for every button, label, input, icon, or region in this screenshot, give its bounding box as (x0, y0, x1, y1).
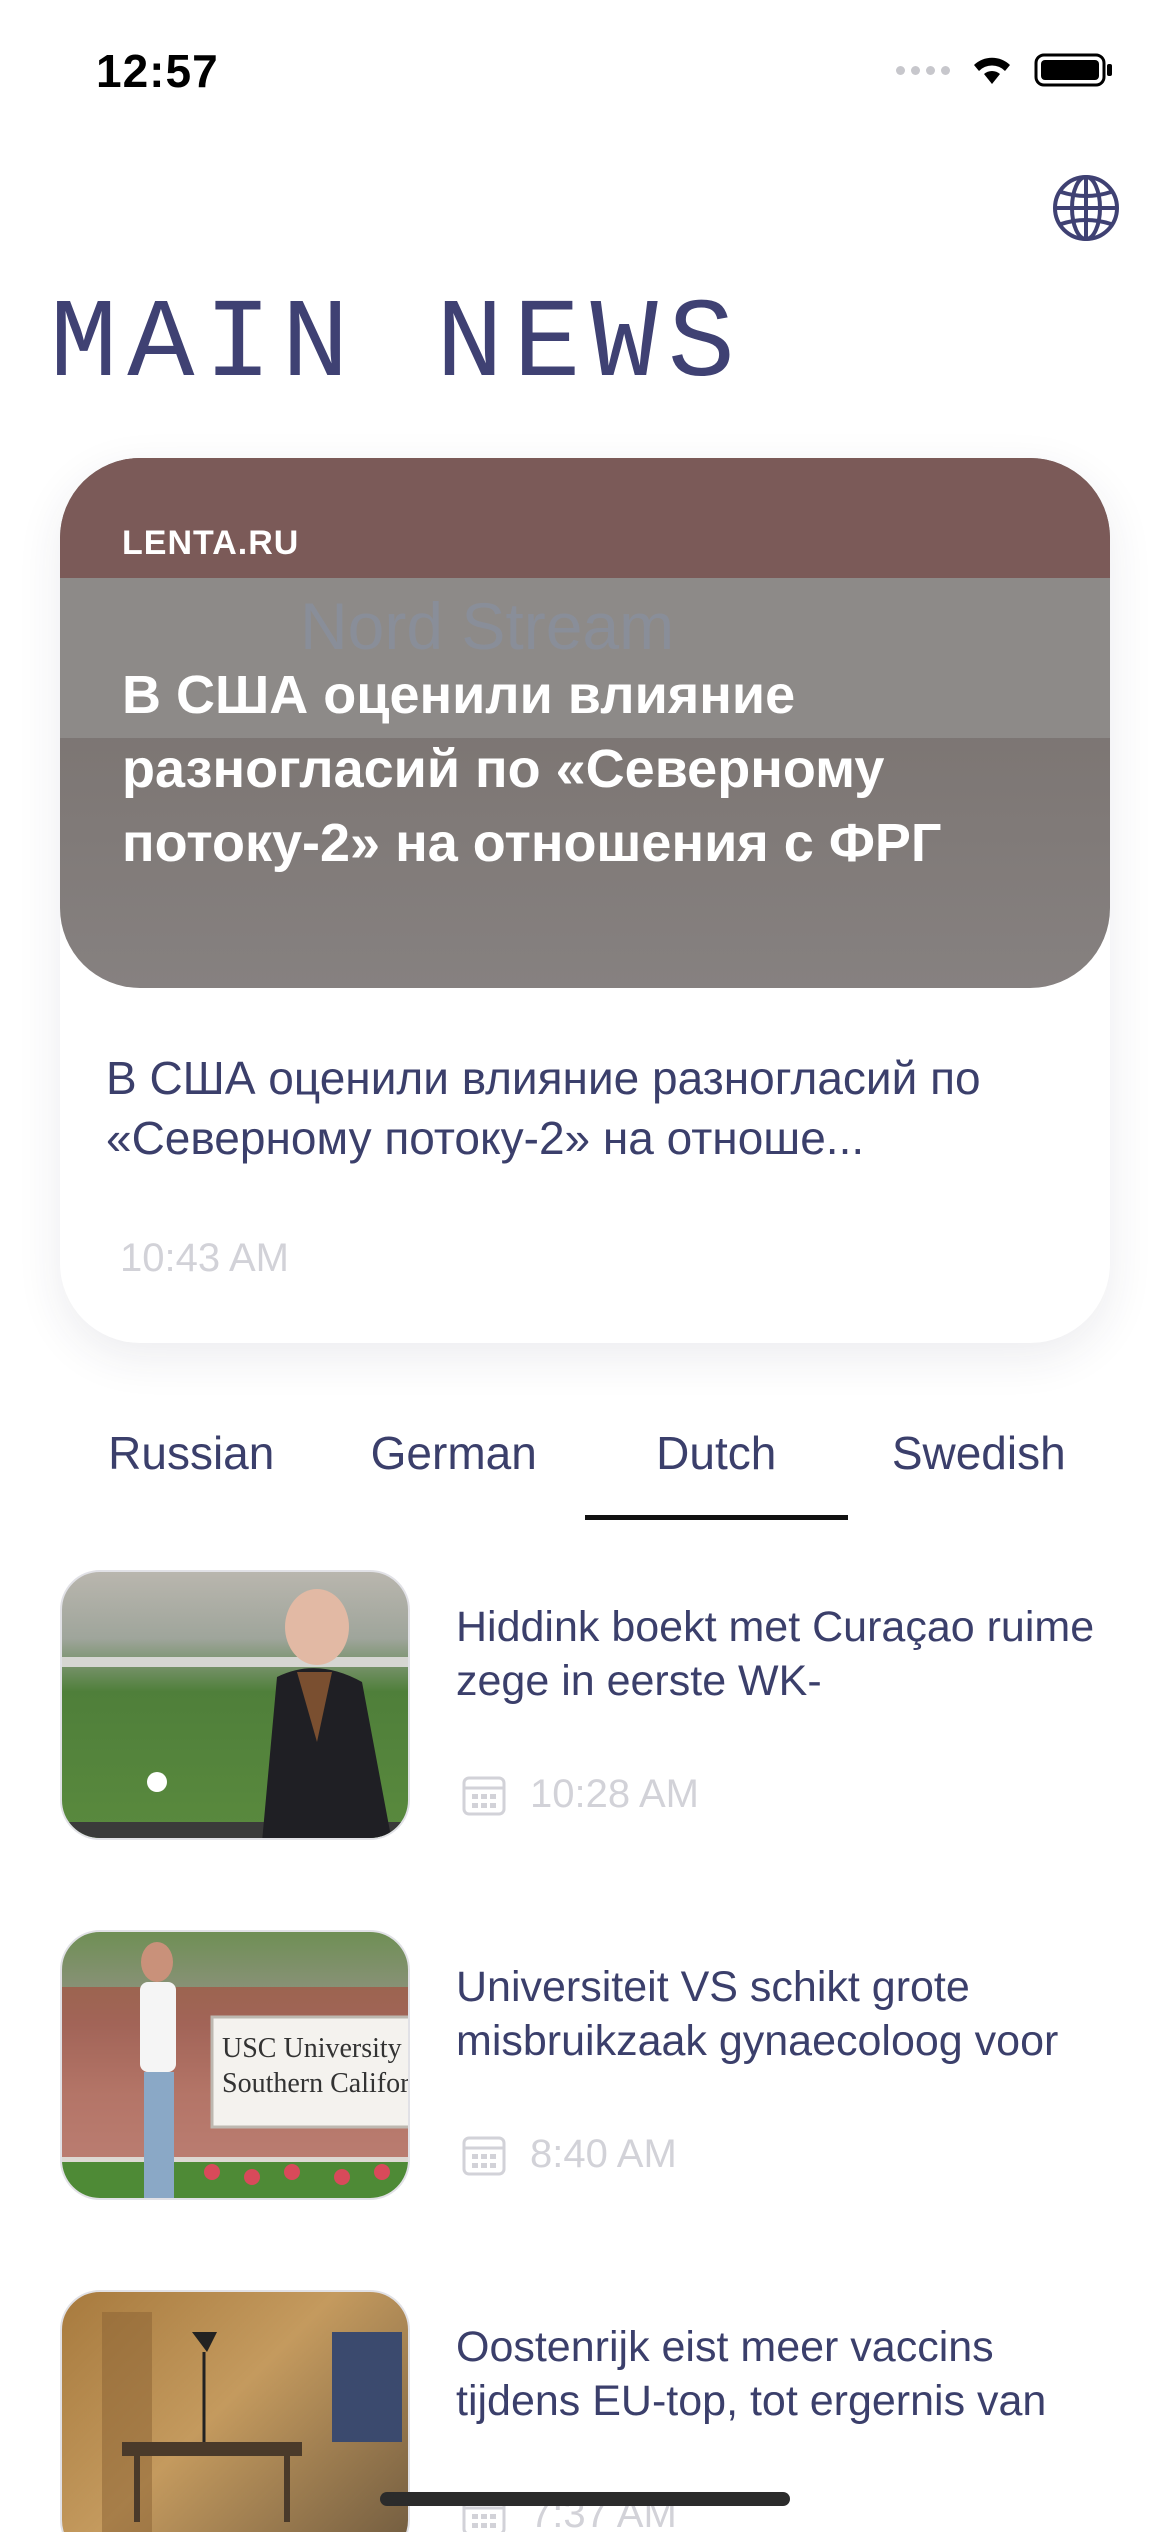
calendar-icon (462, 1776, 506, 1816)
news-title: Oostenrijk eist meer vaccins tijdens EU-… (456, 2323, 1047, 2425)
tab-german[interactable]: German (323, 1390, 586, 1520)
tab-dutch[interactable]: Dutch (585, 1390, 848, 1520)
featured-news-image: Nord Stream LENTA.RU В США оценили влиян… (60, 458, 1110, 988)
news-thumbnail (60, 1570, 410, 1840)
featured-time: 10:43 AM (120, 1236, 290, 1280)
globe-icon (1053, 175, 1119, 241)
thumbnail-illustration: USC University of Southern California (62, 1942, 410, 2198)
news-title: Hiddink boekt met Curaçao ruime zege in … (456, 1603, 1095, 1705)
battery-icon (1034, 53, 1112, 87)
page-title: MAIN NEWS (50, 282, 745, 409)
featured-headline: В США оценили влияние разногласий по «Се… (106, 1052, 981, 1164)
news-time: 8:40 AM (530, 2131, 677, 2176)
status-time: 12:57 (96, 45, 219, 97)
news-time: 10:28 AM (530, 1771, 700, 1816)
tab-swedish[interactable]: Swedish (848, 1390, 1111, 1520)
news-thumbnail (60, 2290, 410, 2532)
status-icons (896, 52, 1114, 88)
status-bar: 12:57 (0, 0, 1170, 150)
featured-news-card[interactable]: Nord Stream LENTA.RU В США оценили влиян… (60, 458, 1110, 1343)
usc-sign-text: USC University of (222, 2033, 410, 2064)
news-list-item[interactable]: USC University of Southern California Un… (60, 1930, 1110, 2200)
wifi-icon (974, 57, 1010, 84)
news-title: Universiteit VS schikt grote misbruikzaa… (456, 1963, 1059, 2065)
featured-image-caption: В США оценили влияние разногласий по «Се… (122, 665, 942, 873)
featured-source-label: LENTA.RU (122, 524, 300, 562)
cellular-signal-icon (896, 65, 950, 75)
thumbnail-illustration (102, 2312, 402, 2532)
language-tabs: Russian German Dutch Swedish (60, 1390, 1110, 1520)
news-thumbnail: USC University of Southern California (60, 1930, 410, 2200)
calendar-icon (462, 2136, 506, 2176)
tab-russian[interactable]: Russian (60, 1390, 323, 1520)
svg-text:Southern California: Southern California (222, 2068, 410, 2099)
home-indicator[interactable] (380, 2492, 790, 2506)
language-globe-button[interactable] (1050, 172, 1122, 244)
news-time-row: 8:40 AM (460, 2130, 677, 2178)
news-list-item[interactable]: Hiddink boekt met Curaçao ruime zege in … (60, 1570, 1110, 1840)
image-background-text: Nord Stream (300, 589, 675, 663)
thumbnail-illustration (62, 1589, 408, 1838)
news-time-row: 10:28 AM (460, 1770, 699, 1818)
